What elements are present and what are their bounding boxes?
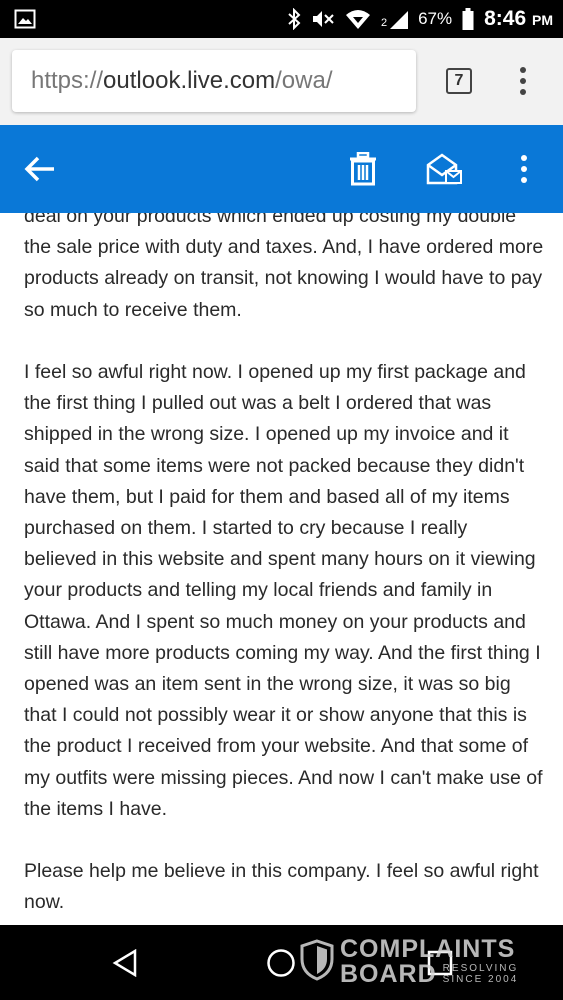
nav-home-icon[interactable] (266, 925, 296, 1000)
message-paragraph: I feel so awful right now. I opened up m… (24, 361, 543, 820)
battery-percent: 67% (418, 9, 453, 28)
battery-icon (462, 8, 474, 30)
message-paragraph: deal on your products which ended up cos… (24, 213, 544, 321)
browser-menu-icon[interactable] (518, 66, 528, 101)
url-bar[interactable]: https://outlook.live.com/owa/ (12, 50, 416, 112)
back-arrow-icon[interactable] (24, 125, 56, 213)
wifi-icon (345, 8, 371, 30)
bluetooth-icon (287, 8, 301, 30)
nav-back-icon[interactable] (112, 925, 138, 1000)
complaints-board-watermark: COMPLAINTS BOARD RESOLVING SINCE 2004 (300, 934, 518, 990)
watermark-tag2: SINCE 2004 (442, 974, 519, 985)
signal-icon: 2 (381, 9, 409, 29)
clock: 8:46 PM (484, 7, 553, 30)
message-body[interactable]: deal on your products which ended up cos… (0, 213, 563, 925)
tab-switcher-button[interactable]: 7 (446, 68, 472, 94)
url-path: /owa/ (275, 67, 333, 94)
message-paragraph: Please help me believe in this company. … (24, 860, 539, 914)
watermark-tag1: RESOLVING (442, 963, 519, 974)
mail-toolbar (0, 125, 563, 213)
message-text: deal on your products which ended up cos… (24, 213, 544, 925)
watermark-line1: COMPLAINTS (340, 935, 516, 963)
status-bar: 2 67% 8:46 PM (0, 0, 563, 38)
mark-read-icon[interactable] (426, 125, 462, 213)
mute-icon (311, 9, 335, 29)
more-icon[interactable] (519, 125, 529, 213)
url-scheme: https:// (31, 67, 104, 94)
shield-logo-icon (300, 938, 334, 986)
browser-toolbar: https://outlook.live.com/owa/ 7 (0, 38, 563, 125)
trash-icon[interactable] (349, 125, 377, 213)
image-icon (14, 9, 36, 34)
watermark-line2: BOARD (340, 960, 437, 988)
url-host: outlook.live.com (103, 67, 276, 94)
